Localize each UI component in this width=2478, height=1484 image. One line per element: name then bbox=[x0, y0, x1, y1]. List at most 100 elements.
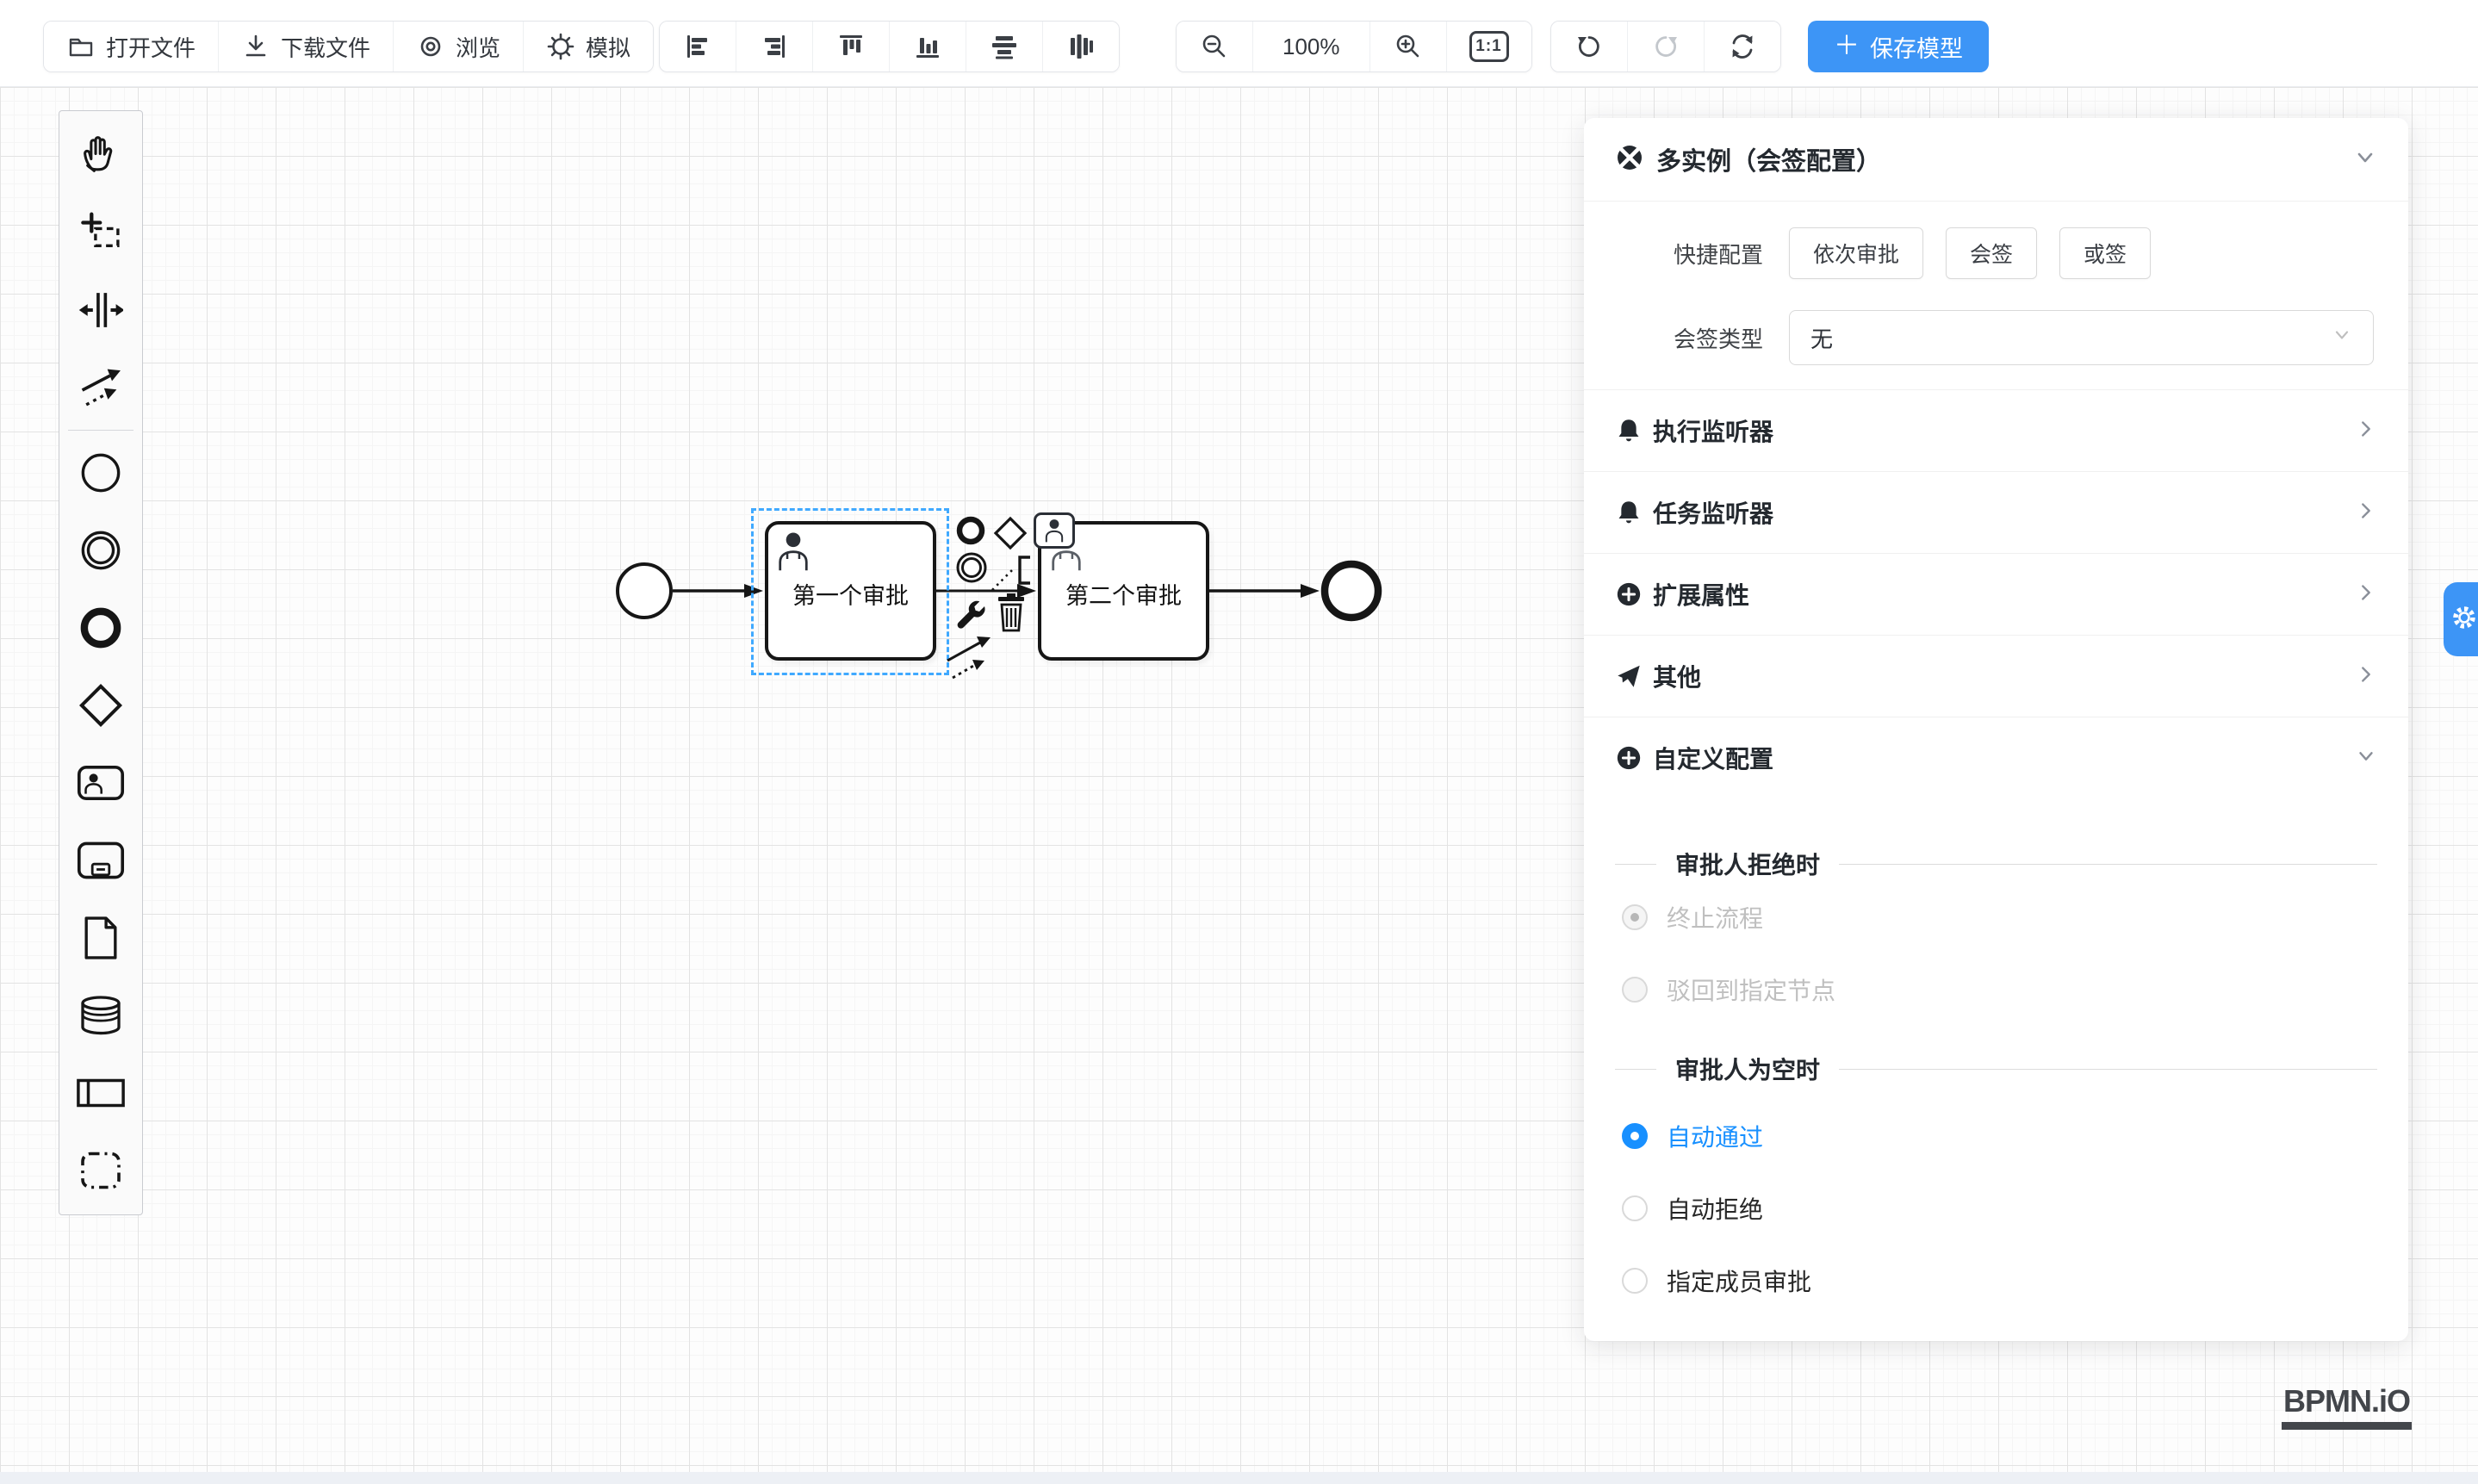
section-extended-properties[interactable]: 扩展属性 bbox=[1584, 553, 2408, 635]
sign-type-label: 会签类型 bbox=[1618, 322, 1763, 354]
append-intermediate-event-button[interactable] bbox=[954, 550, 989, 589]
create-end-event[interactable] bbox=[59, 589, 142, 667]
multi-instance-icon bbox=[1615, 143, 1644, 177]
create-data-object[interactable] bbox=[59, 899, 142, 977]
quick-option-orsign[interactable]: 或签 bbox=[2059, 227, 2151, 279]
radio-icon bbox=[1622, 1123, 1648, 1149]
create-intermediate-event[interactable] bbox=[59, 512, 142, 589]
refresh-button[interactable] bbox=[1705, 22, 1780, 71]
append-gateway-button[interactable] bbox=[992, 515, 1028, 556]
create-gateway[interactable] bbox=[59, 667, 142, 744]
eye-icon bbox=[416, 32, 445, 61]
align-middle-button[interactable] bbox=[1043, 22, 1119, 71]
zoom-level: 100% bbox=[1253, 22, 1370, 71]
end-event[interactable] bbox=[1325, 564, 1378, 618]
create-participant-pool[interactable] bbox=[59, 1054, 142, 1132]
align-center-button[interactable] bbox=[966, 22, 1043, 71]
section-task-listener[interactable]: 任务监听器 bbox=[1584, 471, 2408, 553]
lasso-tool[interactable] bbox=[59, 194, 142, 271]
bottom-strip bbox=[0, 1472, 2478, 1484]
radio-icon bbox=[1622, 904, 1648, 930]
send-icon bbox=[1615, 662, 1643, 690]
toolbar: 打开文件 下载文件 浏览 模拟 100% bbox=[0, 0, 2478, 87]
download-file-button[interactable]: 下载文件 bbox=[219, 22, 394, 71]
sign-type-select[interactable]: 无 bbox=[1789, 310, 2374, 365]
chevron-down-icon bbox=[2353, 146, 2377, 174]
divider bbox=[1839, 864, 2377, 865]
person-icon bbox=[775, 530, 811, 577]
zoom-button-group: 100% 1:1 bbox=[1176, 21, 1532, 72]
divider bbox=[1615, 1069, 1656, 1070]
section-other[interactable]: 其他 bbox=[1584, 635, 2408, 717]
reject-heading: 审批人拒绝时 bbox=[1584, 847, 2408, 881]
simulate-label: 模拟 bbox=[586, 31, 630, 63]
folder-icon bbox=[66, 32, 96, 61]
sequence-flow-1[interactable] bbox=[673, 584, 763, 598]
align-bottom-button[interactable] bbox=[890, 22, 966, 71]
quick-option-countersign[interactable]: 会签 bbox=[1946, 227, 2037, 279]
delete-button[interactable] bbox=[992, 590, 1030, 641]
task-label: 第二个审批 bbox=[1065, 577, 1182, 611]
global-connect-tool[interactable] bbox=[59, 349, 142, 426]
chevron-down-icon bbox=[2332, 325, 2352, 351]
reset-zoom-icon: 1:1 bbox=[1469, 31, 1509, 62]
redo-button[interactable] bbox=[1628, 22, 1705, 71]
align-left-button[interactable] bbox=[660, 22, 736, 71]
settings-tab[interactable] bbox=[2444, 582, 2478, 656]
connect-tool-button[interactable] bbox=[942, 633, 997, 689]
bpmn-io-logo[interactable]: BPMN.iO bbox=[2282, 1383, 2412, 1430]
align-right-icon bbox=[759, 31, 790, 62]
divider bbox=[1615, 864, 1656, 865]
radio-icon bbox=[1622, 1268, 1648, 1294]
align-right-button[interactable] bbox=[736, 22, 813, 71]
download-file-label: 下载文件 bbox=[281, 31, 370, 63]
quick-config-label: 快捷配置 bbox=[1618, 238, 1763, 270]
create-subprocess[interactable] bbox=[59, 822, 142, 899]
palette bbox=[59, 110, 143, 1215]
palette-separator bbox=[68, 430, 134, 431]
open-file-button[interactable]: 打开文件 bbox=[44, 22, 219, 71]
section-execution-listener[interactable]: 执行监听器 bbox=[1584, 389, 2408, 471]
user-task-1[interactable]: 第一个审批 bbox=[765, 521, 936, 661]
radio-auto-pass[interactable]: 自动通过 bbox=[1584, 1100, 2408, 1172]
reset-zoom-button[interactable]: 1:1 bbox=[1447, 22, 1531, 71]
hand-tool[interactable] bbox=[59, 116, 142, 194]
preview-button[interactable]: 浏览 bbox=[394, 22, 524, 71]
download-icon bbox=[241, 32, 270, 61]
section-custom-config[interactable]: 自定义配置 bbox=[1584, 717, 2408, 798]
panel-header[interactable]: 多实例（会签配置） bbox=[1584, 118, 2408, 201]
quick-option-sequential[interactable]: 依次审批 bbox=[1789, 227, 1923, 279]
create-data-store[interactable] bbox=[59, 977, 142, 1054]
divider bbox=[1839, 1069, 2377, 1070]
history-button-group bbox=[1550, 21, 1781, 72]
undo-icon bbox=[1574, 31, 1605, 62]
space-tool[interactable] bbox=[59, 271, 142, 349]
create-start-event[interactable] bbox=[59, 434, 142, 512]
sequence-flow-3[interactable] bbox=[1209, 584, 1320, 598]
chevron-right-icon bbox=[2355, 418, 2377, 444]
plus-circle-icon bbox=[1615, 744, 1643, 772]
undo-button[interactable] bbox=[1551, 22, 1628, 71]
zoom-out-icon bbox=[1199, 31, 1230, 62]
radio-return-to-node[interactable]: 驳回到指定节点 bbox=[1584, 953, 2408, 1026]
save-model-label: 保存模型 bbox=[1870, 30, 1963, 64]
radio-icon bbox=[1622, 1195, 1648, 1221]
start-event[interactable] bbox=[618, 564, 671, 618]
append-end-event-button[interactable] bbox=[954, 514, 987, 551]
append-user-task-button[interactable] bbox=[1034, 512, 1075, 549]
zoom-in-icon bbox=[1393, 31, 1424, 62]
simulate-button[interactable]: 模拟 bbox=[524, 22, 653, 71]
zoom-out-button[interactable] bbox=[1177, 22, 1253, 71]
cpu-icon bbox=[546, 32, 575, 61]
align-top-button[interactable] bbox=[813, 22, 890, 71]
bpmn-editor: 打开文件 下载文件 浏览 模拟 100% bbox=[0, 0, 2478, 1484]
create-group[interactable] bbox=[59, 1132, 142, 1209]
radio-assign-member[interactable]: 指定成员审批 bbox=[1584, 1245, 2408, 1317]
save-model-button[interactable]: ＋ 保存模型 bbox=[1808, 21, 1989, 72]
create-user-task[interactable] bbox=[59, 744, 142, 822]
align-middle-icon bbox=[1065, 31, 1096, 62]
radio-auto-reject[interactable]: 自动拒绝 bbox=[1584, 1172, 2408, 1245]
zoom-in-button[interactable] bbox=[1370, 22, 1447, 71]
radio-terminate-process[interactable]: 终止流程 bbox=[1584, 881, 2408, 953]
chevron-right-icon bbox=[2355, 581, 2377, 608]
